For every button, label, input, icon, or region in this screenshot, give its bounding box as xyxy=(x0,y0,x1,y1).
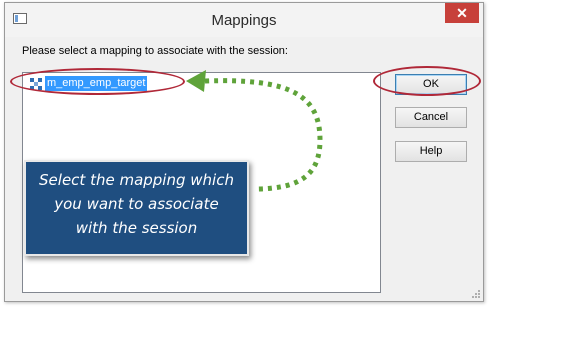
annotation-callout: Select the mapping which you want to ass… xyxy=(24,160,249,256)
callout-line-3: with the session xyxy=(75,219,198,237)
callout-line-1: Select the mapping which xyxy=(39,171,234,189)
callout-line-2: you want to associate xyxy=(54,195,219,213)
